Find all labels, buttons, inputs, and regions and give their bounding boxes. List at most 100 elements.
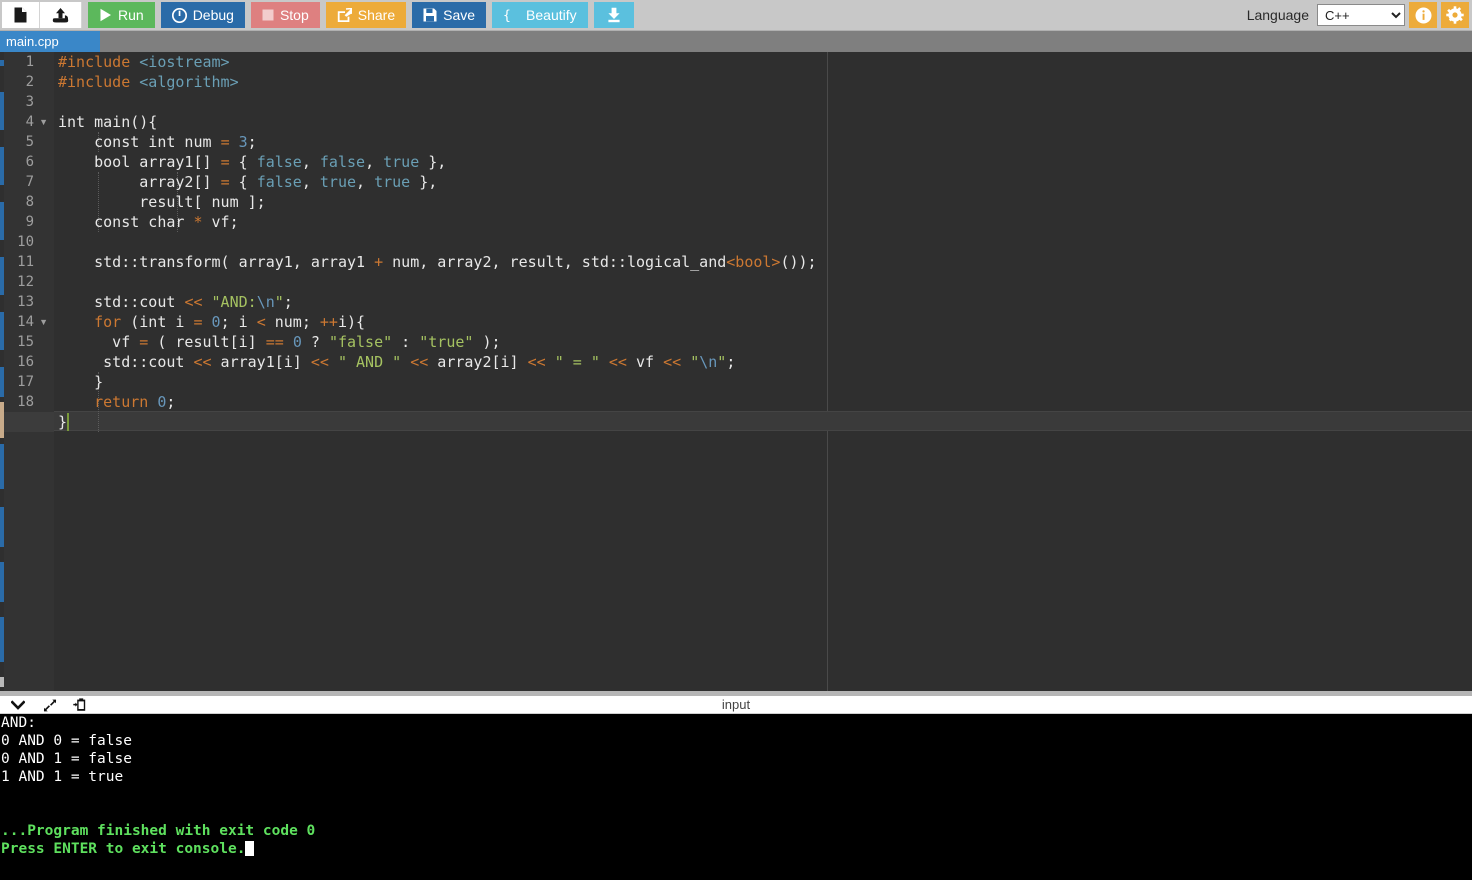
- code-token: array1[i]: [211, 353, 311, 371]
- new-file-button[interactable]: [2, 2, 40, 28]
- braces-icon: { }: [503, 9, 520, 23]
- download-button[interactable]: [593, 2, 634, 28]
- code-token: num;: [265, 313, 320, 331]
- console-line: 0 AND 1 = false: [1, 751, 132, 767]
- code-token: #include: [58, 53, 131, 71]
- line-number: 15: [17, 334, 34, 350]
- code-token: ( result[i]: [148, 333, 266, 351]
- expand-console-button[interactable]: [38, 697, 62, 713]
- debug-button-label: Debug: [192, 7, 234, 23]
- code-token: ++: [319, 313, 338, 331]
- code-token: <<: [527, 353, 546, 371]
- code-token: std::cout: [58, 293, 185, 311]
- line-number: 18: [17, 394, 34, 410]
- console-input-label: input: [721, 697, 751, 712]
- code-token: 0: [292, 333, 302, 351]
- code-token: ());: [780, 253, 817, 271]
- play-icon: [100, 8, 111, 22]
- line-number: 10: [17, 234, 34, 250]
- code-token: <algorithm>: [139, 73, 239, 91]
- code-line: result[ num ];: [54, 192, 266, 212]
- info-button[interactable]: [1409, 2, 1437, 28]
- code-token: \n: [699, 353, 718, 371]
- code-token: ": [274, 293, 284, 311]
- line-number: 13: [17, 294, 34, 310]
- code-token: ;: [283, 293, 293, 311]
- code-token: ,: [301, 153, 320, 171]
- save-button[interactable]: Save: [412, 2, 487, 28]
- code-token: <bool>: [726, 253, 781, 271]
- line-number: 7: [25, 174, 34, 190]
- fold-toggle-icon[interactable]: ▼: [39, 112, 48, 132]
- code-token: bool array1[]: [58, 153, 221, 171]
- beautify-button-label: Beautify: [526, 7, 577, 23]
- code-token: "true": [419, 333, 474, 351]
- collapse-console-button[interactable]: [6, 697, 30, 713]
- code-line: int main(){: [54, 112, 157, 132]
- code-token: const char: [58, 213, 194, 231]
- code-line: }: [54, 372, 103, 392]
- code-token: =: [220, 173, 230, 191]
- code-line: vf = ( result[i] == 0 ? "false" : "true"…: [54, 332, 500, 352]
- code-token: vf: [626, 353, 664, 371]
- fold-toggle-icon[interactable]: ▼: [39, 312, 48, 332]
- language-select[interactable]: C++: [1317, 4, 1405, 26]
- code-token: <<: [184, 293, 203, 311]
- settings-button[interactable]: [1441, 2, 1469, 28]
- share-button-label: Share: [357, 7, 396, 23]
- code-token: " AND ": [337, 353, 402, 371]
- code-token: num, array2, result, std::logical_and: [383, 253, 727, 271]
- code-token: =: [220, 133, 230, 151]
- code-token: <<: [608, 353, 627, 371]
- share-button[interactable]: Share: [325, 2, 407, 28]
- code-token: ;: [166, 393, 176, 411]
- code-token: <<: [193, 353, 212, 371]
- console-prompt-text: Press ENTER to exit console.: [1, 841, 246, 857]
- code-token: {: [229, 153, 257, 171]
- console-output[interactable]: AND: 0 AND 0 = false 0 AND 1 = false 1 AND …: [0, 714, 1472, 880]
- run-button[interactable]: Run: [88, 2, 155, 28]
- console-toolbar: input: [0, 696, 1472, 714]
- toolbar-right-group: Language C++: [1247, 2, 1472, 28]
- code-token: result[ num ];: [58, 193, 266, 211]
- console-line: AND:: [1, 715, 36, 731]
- code-token: <<: [310, 353, 329, 371]
- code-line: bool array1[] = { false, false, true },: [54, 152, 446, 172]
- code-token: int main(){: [58, 113, 158, 131]
- line-number: 11: [17, 254, 34, 270]
- code-editor[interactable]: 1234▼567891011121314▼1516171819 #include…: [0, 52, 1472, 691]
- line-number: 2: [25, 74, 34, 90]
- tab-main-cpp[interactable]: main.cpp: [0, 31, 100, 52]
- code-token: ==: [265, 333, 284, 351]
- line-number-gutter: 1234▼567891011121314▼1516171819: [4, 52, 54, 691]
- code-token: =: [139, 333, 149, 351]
- code-token: ": [717, 353, 727, 371]
- code-content-area[interactable]: #include <iostream> #include <algorithm> i…: [54, 52, 1472, 691]
- code-line: const int num = 3;: [54, 132, 257, 152]
- upload-button[interactable]: [40, 2, 82, 28]
- code-token: ;: [726, 353, 736, 371]
- code-line: std::cout << array1[i] << " AND " << arr…: [54, 352, 735, 372]
- line-number: 3: [25, 94, 34, 110]
- code-token: for: [94, 313, 122, 331]
- code-token: <<: [410, 353, 429, 371]
- code-token: <: [256, 313, 266, 331]
- info-icon: [1415, 7, 1431, 23]
- console-line: 0 AND 0 = false: [1, 733, 132, 749]
- code-token: vf: [58, 333, 140, 351]
- code-line: array2[] = { false, true, true },: [54, 172, 437, 192]
- stop-button[interactable]: Stop: [250, 2, 320, 28]
- debug-button[interactable]: Debug: [160, 2, 245, 28]
- code-token: *: [193, 213, 203, 231]
- beautify-button[interactable]: { } Beautify: [492, 2, 588, 28]
- paste-to-console-button[interactable]: [68, 697, 92, 713]
